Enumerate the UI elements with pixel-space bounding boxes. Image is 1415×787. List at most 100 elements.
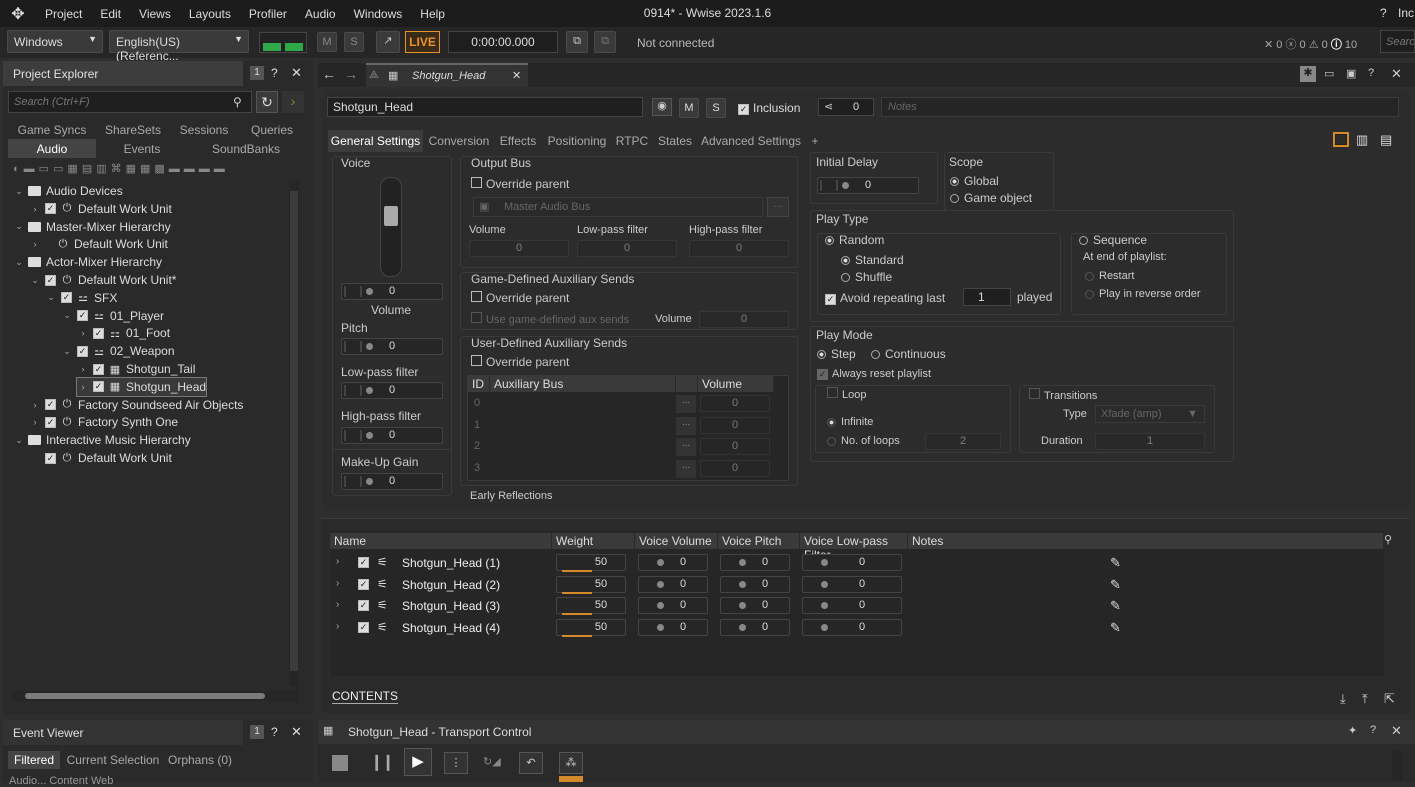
tab-sharesets[interactable]: ShareSets [98,123,168,137]
checkbox-icon[interactable]: ✓ [93,363,104,375]
checkbox-icon[interactable]: ✓ [45,203,56,215]
checkbox-icon[interactable]: ✓ [45,416,56,428]
chevron-right-icon[interactable]: › [336,621,339,632]
avoid-repeating-stepper[interactable]: 1 [963,288,1011,306]
chevron-right-icon[interactable]: › [29,204,41,214]
log-counts[interactable]: ✕ 0 ⓧ 0 ⚠ 0 ⓘ 10 [1264,36,1357,52]
chevron-down-icon[interactable]: ⌄ [13,186,25,197]
browse-button[interactable]: ... [767,197,789,217]
back-arrow-icon[interactable]: ← [322,66,336,82]
tree-item[interactable]: ✓ ⏻ Default Work Unit [29,449,172,467]
menu-edit[interactable]: Edit [91,7,130,21]
refresh-icon[interactable]: ↻ [256,91,278,113]
tree-item[interactable]: ⌄ ✓ ⚍ SFX [45,289,117,307]
arrow-right-icon[interactable]: › [282,91,304,113]
checkbox-icon[interactable]: ✓ [93,327,104,339]
pin-icon[interactable]: ✦ [1348,724,1357,737]
output-override-checkbox[interactable]: Override parent [471,177,569,191]
inclusion-checkbox[interactable]: ✓ Inclusion [738,101,800,115]
voice-pitch-slider[interactable]: 0 [720,618,790,636]
menu-profiler[interactable]: Profiler [240,7,296,21]
voice-pitch-slider[interactable]: 0 [720,554,790,571]
highpass-slider[interactable]: 0 [341,427,443,444]
sequence-radio[interactable]: Sequence [1079,233,1147,247]
object-type-toolbar[interactable]: ◐▬▭▭▦▤▥⌘▦▦▩▬▬▬▬ [13,162,303,178]
tree-item[interactable]: › ⏻ Default Work Unit [29,235,168,253]
close-icon[interactable]: ✕ [291,65,302,81]
transport-scrollbar[interactable] [1392,750,1402,780]
editor-tab[interactable]: ⟁ ▦ Shotgun_Head ✕ [366,63,528,87]
pitch-slider[interactable]: 0 [341,338,443,355]
volume-slider[interactable]: 0 [341,283,443,300]
checkbox-icon[interactable]: ✓ [45,452,56,464]
tree-item[interactable]: › ✓ ⏻ Factory Synth One [29,413,179,431]
table-row[interactable]: › ✓ ⚟ Shotgun_Head (4) 50 0 0 0 ✎ [330,618,1384,638]
aux-browse-button[interactable]: ... [676,395,696,413]
random-radio[interactable]: Random [825,233,884,247]
col-notes[interactable]: Notes [908,533,1384,549]
tree-item[interactable]: ⌄ ✓ ⏻ Default Work Unit* [29,271,176,289]
save-icon[interactable]: ▣ [1346,67,1356,80]
tab-advanced-settings[interactable]: Advanced Settings [699,134,803,148]
mute-button[interactable]: M [317,32,337,52]
scope-global-radio[interactable]: Global [950,174,999,188]
chevron-down-icon[interactable]: ⌄ [61,310,73,321]
checkbox-icon[interactable]: ✓ [45,399,56,411]
tab-sessions[interactable]: Sessions [170,123,238,137]
chevron-right-icon[interactable]: › [77,328,89,338]
menu-help[interactable]: Help [411,7,454,21]
chevron-right-icon[interactable]: › [29,400,41,410]
weight-slider[interactable]: 50 [556,618,626,636]
tree-item[interactable]: › ✓ ▦ Shotgun_Tail [77,360,196,378]
initial-delay-slider[interactable]: 0 [817,177,919,194]
checkbox-icon[interactable]: ✓ [358,621,369,633]
pin-icon[interactable]: ✱ [1300,66,1316,82]
notes-field[interactable]: Notes [881,97,1399,117]
col-voice-lowpass[interactable]: Voice Low-pass Filter [800,533,908,562]
panel-badge[interactable]: 1 [250,725,264,739]
voice-volume-slider[interactable]: 0 [638,618,708,636]
checkbox-icon[interactable]: ✓ [77,310,88,322]
help-icon[interactable]: ? [1370,724,1376,736]
voice-pitch-slider[interactable]: 0 [720,575,790,593]
close-icon[interactable]: ✕ [1391,723,1402,739]
platform-dropdown[interactable]: Windows ▼ [7,30,103,53]
tree-item[interactable]: ⌄ ✓ ⚍ 02_Weapon [61,342,174,360]
chevron-down-icon[interactable]: ⌄ [13,221,25,232]
disconnect-icon[interactable]: ⧉ [594,31,616,53]
col-voice-volume[interactable]: Voice Volume [635,533,718,549]
layout-single-icon[interactable] [1333,132,1349,147]
live-button[interactable]: LIVE [405,31,440,53]
scope-game-object-radio[interactable]: Game object [950,191,1032,205]
search-icon[interactable]: ⚲ [233,95,242,109]
lowpass-slider[interactable]: 0 [341,382,443,399]
col-name[interactable]: Name [330,533,552,549]
contents-scrollbar[interactable] [1384,549,1394,671]
global-search-input[interactable]: Searc [1380,30,1415,53]
tab-soundbanks[interactable]: SoundBanks [188,142,304,156]
step-radio[interactable]: Step [817,347,856,361]
upload-icon[interactable]: ⤒ [1362,691,1368,707]
col-weight[interactable]: Weight [552,533,635,549]
user-aux-override-checkbox[interactable]: Override parent [471,355,569,369]
checkbox-icon[interactable]: ✓ [358,600,369,612]
makeup-gain-slider[interactable]: 0 [341,473,443,490]
checkbox-icon[interactable]: ✓ [93,381,104,393]
popout-icon[interactable]: ⇱ [1384,691,1395,707]
language-dropdown[interactable]: English(US) (Referenc... ▼ [109,30,249,63]
menu-audio[interactable]: Audio [296,7,345,21]
voice-lowpass-slider[interactable]: 0 [802,597,902,615]
chevron-right-icon[interactable]: › [336,556,339,567]
panel-badge[interactable]: 1 [250,66,264,80]
aux-browse-button[interactable]: ... [676,438,696,456]
forward-arrow-icon[interactable]: → [344,66,358,82]
profiler-graph-icon[interactable]: ↗ [376,31,400,53]
tab-positioning[interactable]: Positioning [544,134,610,148]
weight-slider[interactable]: 50 [556,575,626,593]
layout-rows-icon[interactable]: ▤ [1380,132,1396,147]
chevron-right-icon[interactable]: › [77,382,89,392]
loop-icon[interactable]: ↻◢ [483,755,501,768]
menu-views[interactable]: Views [130,7,180,21]
voice-pitch-slider[interactable]: 0 [720,597,790,615]
continuous-radio[interactable]: Continuous [871,347,946,361]
